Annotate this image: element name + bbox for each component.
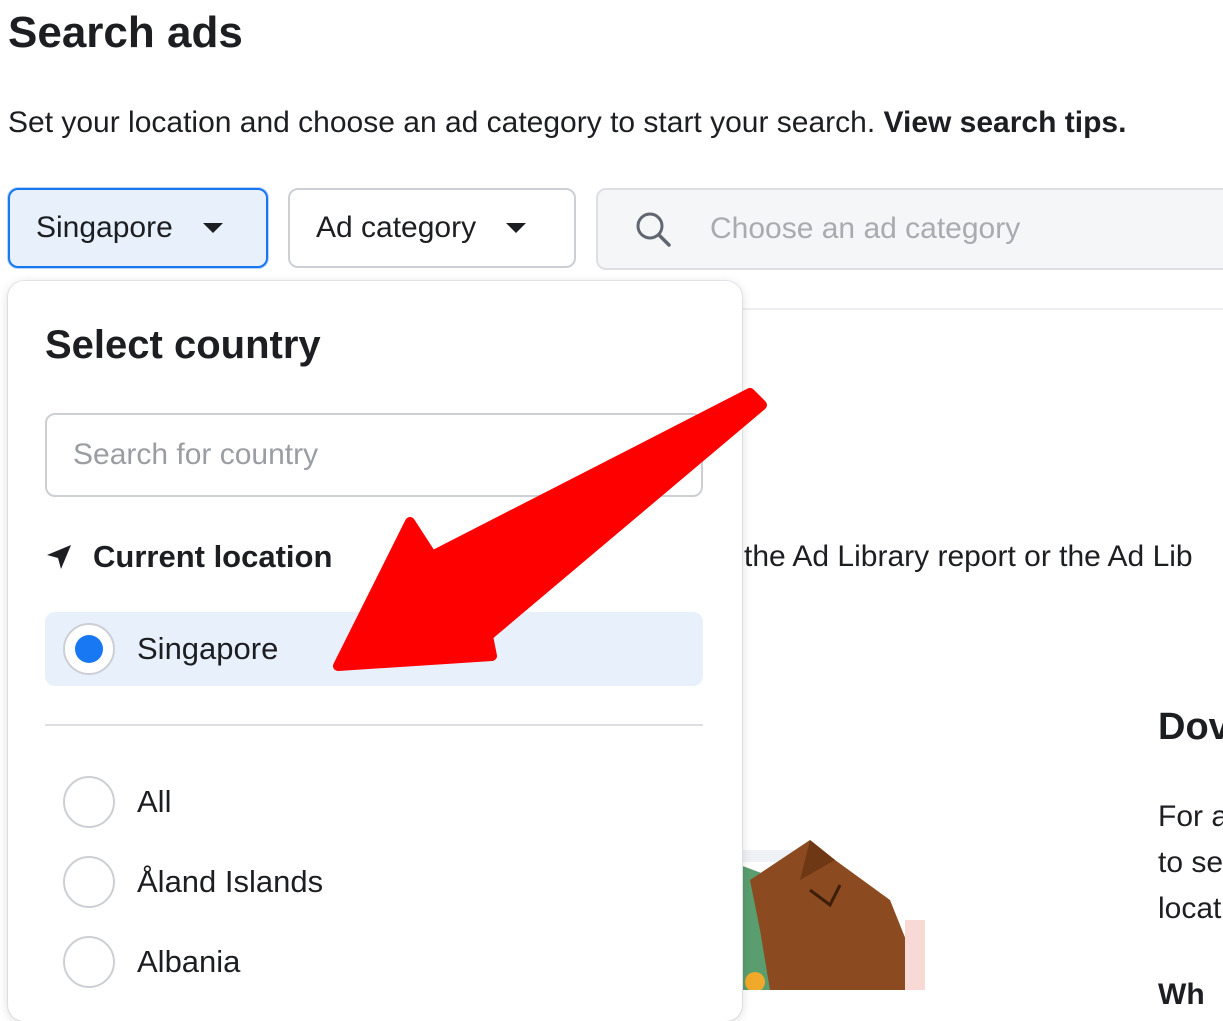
country-select-label: Singapore bbox=[36, 211, 173, 244]
country-search-input[interactable] bbox=[71, 437, 635, 473]
background-paragraph-line: For a bbox=[1158, 800, 1223, 833]
country-option[interactable]: Åland Islands bbox=[45, 845, 703, 919]
illustration-image bbox=[740, 840, 925, 990]
background-bold-line: Wh bbox=[1158, 978, 1205, 1011]
location-arrow-icon bbox=[47, 545, 71, 569]
country-option-label: Albania bbox=[137, 944, 241, 979]
radio-selected[interactable] bbox=[63, 623, 115, 675]
country-option-current[interactable]: Singapore bbox=[45, 612, 703, 686]
radio-unselected[interactable] bbox=[63, 936, 115, 988]
country-option-label: Åland Islands bbox=[137, 864, 324, 899]
radio-unselected[interactable] bbox=[63, 856, 115, 908]
header-divider bbox=[740, 308, 1223, 310]
ad-category-button[interactable]: Ad category bbox=[288, 188, 576, 268]
ad-search-bar[interactable] bbox=[596, 188, 1223, 270]
search-icon bbox=[647, 437, 680, 470]
current-location-header: Current location bbox=[45, 539, 332, 575]
country-option[interactable]: All bbox=[45, 765, 703, 839]
country-search-field[interactable] bbox=[45, 413, 703, 497]
dropdown-title: Select country bbox=[45, 323, 321, 367]
ad-category-label: Ad category bbox=[316, 211, 477, 244]
caret-down-icon bbox=[506, 223, 527, 233]
view-search-tips-link[interactable]: View search tips. bbox=[884, 106, 1127, 139]
country-dropdown-panel: Select country Current location Singapor… bbox=[8, 281, 742, 1021]
options-divider bbox=[45, 724, 703, 726]
subtitle-text: Set your location and choose an ad categ… bbox=[8, 106, 884, 139]
country-option-label: Singapore bbox=[137, 631, 279, 666]
background-paragraph-line: to se bbox=[1158, 846, 1223, 879]
search-icon bbox=[636, 212, 671, 247]
current-location-label: Current location bbox=[93, 539, 333, 574]
download-heading: Dov bbox=[1158, 706, 1223, 748]
country-option-label: All bbox=[137, 784, 172, 819]
country-select-button[interactable]: Singapore bbox=[8, 188, 268, 268]
caret-down-icon bbox=[202, 223, 223, 233]
ad-search-input[interactable] bbox=[708, 211, 1212, 247]
page-subtitle: Set your location and choose an ad categ… bbox=[8, 106, 1126, 140]
page-title: Search ads bbox=[8, 8, 243, 57]
country-option[interactable]: Albania bbox=[45, 925, 703, 999]
background-paragraph-line: locat bbox=[1158, 892, 1222, 925]
ad-library-report-text: the Ad Library report or the Ad Lib bbox=[744, 540, 1193, 573]
radio-unselected[interactable] bbox=[63, 776, 115, 828]
radio-dot bbox=[75, 635, 103, 663]
